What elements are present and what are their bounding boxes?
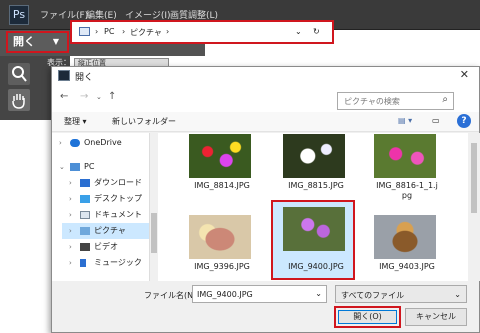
back-arrow-icon[interactable]: ← [60,91,68,102]
tree-item-pc[interactable]: ⌄ PC [52,159,149,175]
close-icon[interactable]: ✕ [460,68,469,81]
chevron-down-icon: ⌄ [454,290,461,299]
dialog-titlebar: 開く ✕ [52,67,479,84]
open-button[interactable]: 開く ▼ [6,31,69,53]
photoshop-elements-window: Ps ファイル(F) 編集(E) イメージ(I) 画質調整(L) 開く ▼ 表示… [0,0,480,333]
tree-item-onedrive[interactable]: › OneDrive [52,135,149,151]
tree-label: PC [84,162,95,171]
tree-item-pictures[interactable]: › ピクチャ [62,223,149,239]
tree-item-downloads[interactable]: › ダウンロード [62,175,159,191]
breadcrumb-pc[interactable]: PC [104,27,114,36]
magnifier-icon [12,66,27,82]
zoom-tool[interactable] [8,63,30,85]
chevron-down-icon: ▼ [52,37,59,46]
tree-label: ダウンロード [94,178,142,187]
computer-icon [70,163,80,171]
file-thumbnail[interactable] [189,215,251,259]
tree-item-videos[interactable]: › ビデオ [62,239,159,255]
tree-scrollbar[interactable] [149,133,158,281]
file-name: IMG_8816-1_1.j [376,181,438,190]
file-thumbnail[interactable] [283,134,345,178]
tree-item-desktop[interactable]: › デスクトップ [62,191,159,207]
new-folder-button[interactable]: 新しいフォルダー [112,116,176,127]
view-options-icon[interactable]: ▤ ▾ [398,116,412,125]
file-name: IMG_9403.JPG [379,262,435,271]
chevron-down-icon[interactable]: ⌄ [295,27,302,36]
hand-tool[interactable] [8,89,30,111]
dialog-open-button[interactable]: 開く(O) [338,310,397,324]
filename-label: ファイル名(N): [144,291,199,300]
chevron-down-icon[interactable]: ⌄ [96,93,102,101]
expand-icon: › [69,195,72,203]
expand-icon: › [69,179,72,187]
tree-label: ミュージック [94,258,142,267]
file-thumbnail[interactable] [189,134,251,178]
expand-icon: › [69,227,72,235]
search-box[interactable]: ピクチャの検索 ⌕ [337,92,454,110]
chevron-down-icon[interactable]: ⌄ [315,289,322,298]
dialog-open-highlight: 開く(O) [334,306,401,328]
app-small-icon [58,70,70,81]
expand-icon: › [69,259,72,267]
expand-icon: › [69,211,72,219]
expand-icon: › [69,243,72,251]
search-icon: ⌕ [442,94,448,105]
chevron-right-icon: › [122,27,126,36]
collapse-icon: ⌄ [59,163,65,171]
file-name: IMG_8814.JPG [194,181,250,190]
music-icon [80,259,86,267]
expand-icon: › [59,139,62,147]
tree-label: ピクチャ [94,226,126,235]
file-scrollbar[interactable] [468,133,480,281]
download-icon [80,179,90,187]
chevron-right-icon: › [166,27,170,36]
breadcrumb-pictures[interactable]: ピクチャ [130,27,162,38]
open-dialog: 開く ✕ ← → ⌄ ↑ ピクチャの検索 ⌕ 整理 ▾ 新しいフォルダー ▤ ▾… [51,66,480,333]
tree-label: ドキュメント [94,210,142,219]
open-button-label: 開く [13,35,35,48]
cloud-icon [70,139,80,147]
filetype-select[interactable]: すべてのファイル ⌄ [335,285,467,303]
desktop-icon [80,195,90,203]
app-logo-icon: Ps [9,5,29,25]
preview-pane-icon[interactable]: ▭ [432,116,440,125]
scroll-thumb[interactable] [151,213,157,253]
filename-input[interactable]: IMG_9400.JPG ⌄ [192,285,327,303]
navigation-tree: › OneDrive ⌄ PC › ダウンロード › デスクトップ › ドキュメント › ピ… [52,133,149,281]
file-thumbnail[interactable] [283,207,345,251]
file-thumbnail[interactable] [374,134,436,178]
tree-item-documents[interactable]: › ドキュメント [62,207,159,223]
file-name: IMG_9396.JPG [194,262,250,271]
forward-arrow-icon[interactable]: → [80,91,88,102]
dialog-toolbar: 整理 ▾ 新しいフォルダー ▤ ▾ ▭ ? [52,112,479,132]
organize-button[interactable]: 整理 ▾ [64,116,87,127]
file-name: pg [401,191,413,200]
organize-label: 整理 [64,117,80,126]
file-thumbnail[interactable] [374,215,436,259]
search-placeholder: ピクチャの検索 [344,97,400,106]
document-icon [80,211,90,219]
file-name: IMG_8815.JPG [288,181,344,190]
filename-value: IMG_9400.JPG [197,290,253,299]
pictures-icon [80,227,90,235]
up-arrow-icon[interactable]: ↑ [108,91,116,102]
video-icon [80,243,90,251]
dialog-cancel-button[interactable]: キャンセル [405,308,467,326]
filetype-value: すべてのファイル [341,291,405,300]
address-bar[interactable]: › PC › ピクチャ › ⌄ ↻ [70,20,334,44]
navigation-bar: ← → ⌄ ↑ ピクチャの検索 ⌕ [52,84,479,112]
tree-item-music[interactable]: › ミュージック [62,255,159,271]
chevron-right-icon: › [95,27,99,36]
scroll-thumb[interactable] [471,143,477,213]
tree-label: ビデオ [94,242,118,251]
folder-icon [79,27,90,36]
hand-icon [12,94,25,109]
file-name: IMG_9400.JPG [288,262,344,271]
dialog-title: 開く [75,73,94,83]
help-icon[interactable]: ? [457,114,471,128]
refresh-icon[interactable]: ↻ [313,27,320,36]
tree-label: OneDrive [84,138,122,147]
tree-label: デスクトップ [94,194,142,203]
